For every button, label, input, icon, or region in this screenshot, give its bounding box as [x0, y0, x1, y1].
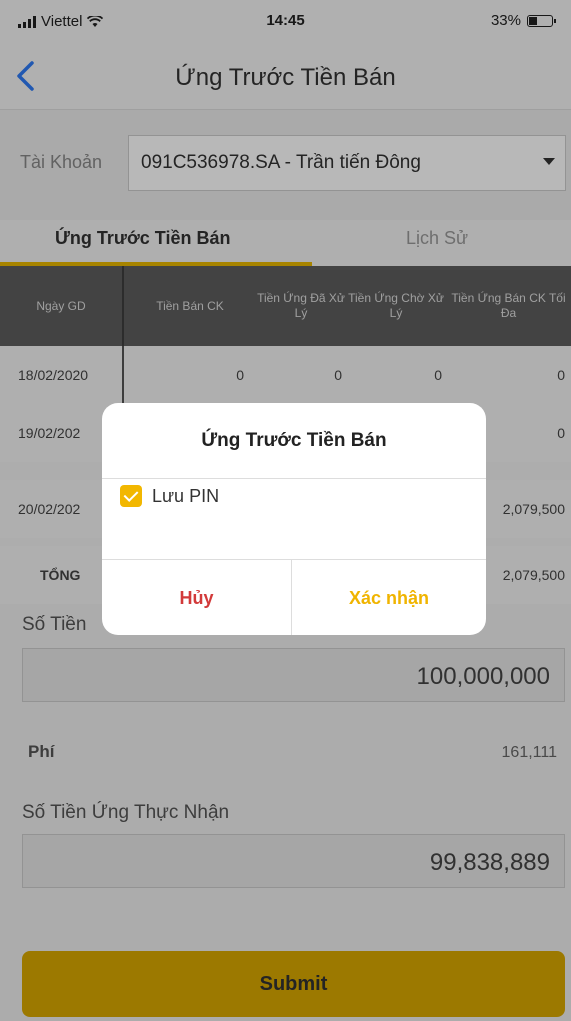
- dialog-buttons: Hủy Xác nhận: [102, 559, 486, 635]
- cancel-button[interactable]: Hủy: [102, 560, 292, 635]
- checkbox-checked-icon[interactable]: [120, 485, 142, 507]
- screen: Viettel 14:45 33% Ứng Trước Tiền Bán Tài…: [0, 0, 571, 1021]
- confirm-dialog: Ứng Trước Tiền Bán Lưu PIN Hủy Xác nhận: [102, 403, 486, 635]
- save-pin-label: Lưu PIN: [152, 485, 220, 506]
- dialog-title: Ứng Trước Tiền Bán: [102, 403, 486, 479]
- save-pin-option[interactable]: Lưu PIN: [120, 485, 219, 507]
- confirm-button[interactable]: Xác nhận: [292, 560, 486, 635]
